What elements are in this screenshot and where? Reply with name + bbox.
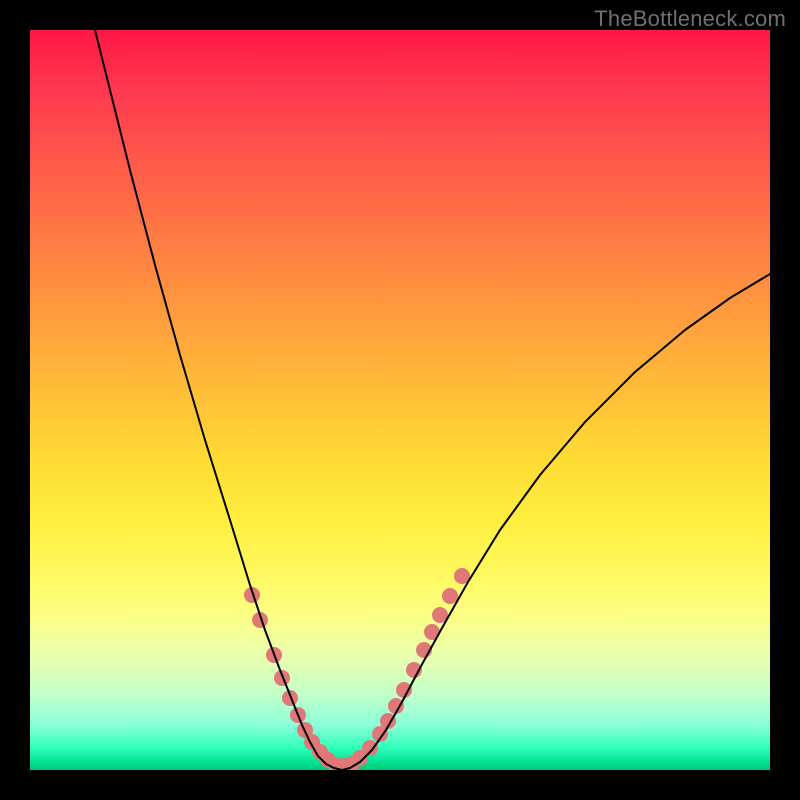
chart-svg [30,30,770,770]
highlight-marker [442,588,458,604]
left-curve [95,30,342,770]
highlight-marker [396,682,412,698]
highlight-marker [362,740,378,756]
marker-layer [244,568,470,770]
right-curve [342,274,770,770]
curve-layer [95,30,770,770]
chart-frame: TheBottleneck.com [0,0,800,800]
watermark-label: TheBottleneck.com [594,6,786,32]
plot-area [30,30,770,770]
